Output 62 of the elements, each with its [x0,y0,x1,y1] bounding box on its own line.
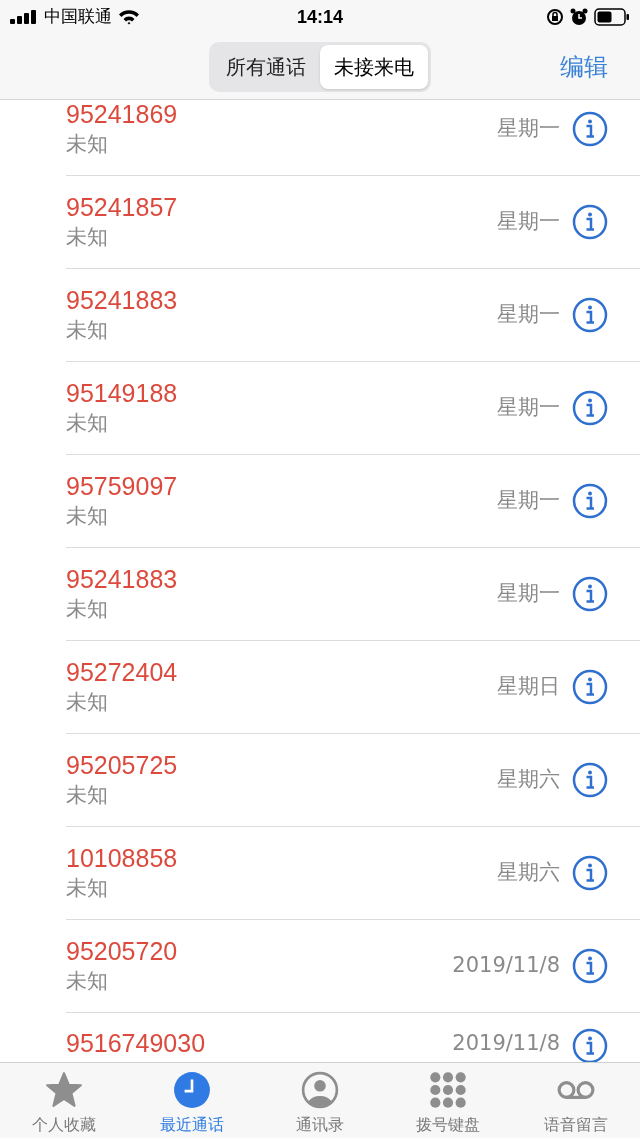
phone-number: 95241883 [66,285,178,315]
call-date: 星期六 [497,859,560,887]
phone-number: 9516749030 [66,1028,206,1058]
info-icon[interactable] [572,762,608,798]
call-date: 2019/11/8 [452,952,560,980]
call-date: 星期六 [497,766,560,794]
info-icon[interactable] [572,204,608,240]
info-icon[interactable] [572,855,608,891]
tab-item[interactable]: 通讯录 [256,1063,384,1138]
rotation-lock-icon [546,8,564,26]
signal-icon [10,10,38,24]
caller-label: 未知 [66,317,108,344]
caller-label: 未知 [66,968,108,995]
phone-number: 95241883 [66,564,178,594]
call-date: 星期一 [497,487,560,515]
person-icon [300,1071,340,1109]
caller-label: 未知 [66,131,108,158]
phone-number: 10108858 [66,843,178,873]
phone-number: 95149188 [66,378,178,408]
wifi-icon [118,9,140,25]
call-date: 星期日 [497,673,560,701]
phone-number: 95241869 [66,99,178,129]
info-icon[interactable] [572,390,608,426]
clock-icon [172,1071,212,1109]
phone-number: 95205720 [66,936,178,966]
info-icon[interactable] [572,483,608,519]
info-icon[interactable] [572,111,608,147]
tab-item[interactable]: 个人收藏 [0,1063,128,1138]
segment-tab[interactable]: 所有通话 [212,44,320,89]
phone-number: 95241857 [66,192,178,222]
segment-tab[interactable]: 未接来电 [320,44,428,89]
tab-item[interactable]: 拨号键盘 [384,1063,512,1138]
info-icon[interactable] [572,1028,608,1064]
caller-label: 未知 [66,596,108,623]
battery-icon [594,8,630,26]
clock-time: 14:14 [297,5,343,29]
call-date: 星期一 [497,580,560,608]
caller-label: 未知 [66,503,108,530]
call-date: 星期一 [497,208,560,236]
carrier-name: 中国联通 [44,5,112,29]
info-icon[interactable] [572,576,608,612]
call-date: 星期一 [497,301,560,329]
info-icon[interactable] [572,948,608,984]
phone-number: 95272404 [66,657,178,687]
caller-label: 未知 [66,782,108,809]
phone-number: 95759097 [66,471,178,501]
caller-label: 未知 [66,689,108,716]
caller-label: 未知 [66,224,108,251]
info-icon[interactable] [572,669,608,705]
caller-label: 未知 [66,875,108,902]
info-icon[interactable] [572,297,608,333]
tab-item[interactable]: 语音留言 [512,1063,640,1138]
star-icon [44,1071,84,1109]
keypad-icon [428,1071,468,1109]
tab-item[interactable]: 最近通话 [128,1063,256,1138]
phone-number: 95205725 [66,750,178,780]
call-date: 2019/11/8 [452,1030,560,1057]
call-date: 星期一 [497,394,560,422]
alarm-icon [570,8,588,26]
call-date: 星期一 [497,115,560,143]
edit-button[interactable]: 编辑 [560,48,608,85]
caller-label: 未知 [66,410,108,437]
